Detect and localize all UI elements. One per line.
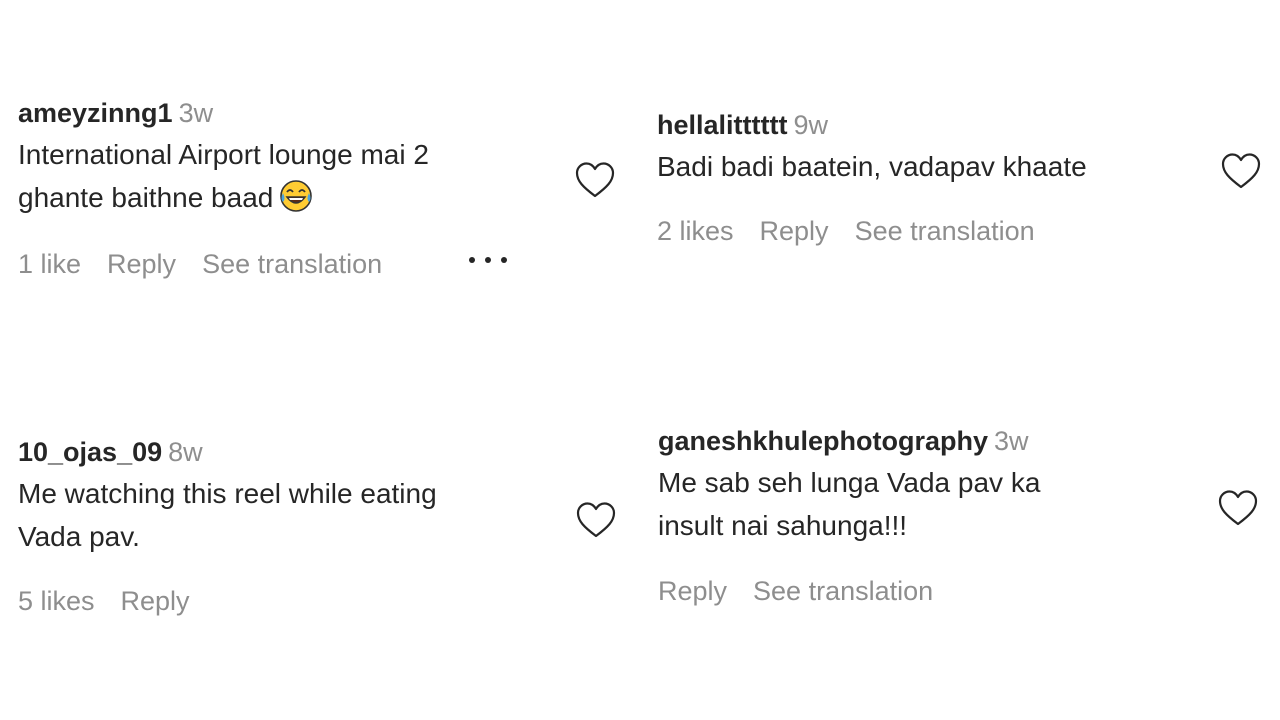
reply-button[interactable]: Reply	[658, 576, 727, 606]
heart-icon[interactable]	[1221, 152, 1261, 190]
like-count[interactable]: 5 likes	[18, 586, 95, 616]
tears-of-joy-emoji	[279, 179, 313, 213]
comment-ameyzinng1: ameyzinng1 3w International Airport loung…	[18, 96, 429, 219]
comment-actions: Reply See translation	[658, 576, 959, 607]
more-options-icon[interactable]	[468, 256, 508, 264]
comment-actions: 5 likes Reply	[18, 586, 216, 617]
timestamp[interactable]: 8w	[168, 437, 203, 467]
comment-text-line: Vada pav.	[18, 521, 140, 552]
timestamp[interactable]: 3w	[179, 98, 214, 128]
comment-header: 10_ojas_09 8w	[18, 435, 437, 469]
comment-text: International Airport lounge mai 2 ghant…	[18, 133, 429, 219]
comment-text-line: insult nai sahunga!!!	[658, 510, 908, 541]
reply-button[interactable]: Reply	[760, 216, 829, 246]
see-translation-button[interactable]: See translation	[202, 249, 382, 279]
comment-text-line: Me watching this reel while eating	[18, 478, 437, 509]
comment-text-line-2: ghante baithne baad	[18, 176, 429, 219]
like-count[interactable]: 1 like	[18, 249, 81, 279]
comment-actions: 1 like Reply See translation	[18, 249, 408, 280]
comment-text: Me sab seh lunga Vada pav ka insult nai …	[658, 461, 1040, 547]
comment-text-line: Me sab seh lunga Vada pav ka	[658, 467, 1041, 498]
reply-button[interactable]: Reply	[121, 586, 190, 616]
heart-icon[interactable]	[576, 501, 616, 539]
username[interactable]: ameyzinng1	[18, 98, 173, 128]
username[interactable]: ganeshkhulephotography	[658, 426, 988, 456]
heart-icon[interactable]	[575, 161, 615, 199]
timestamp[interactable]: 9w	[793, 110, 828, 140]
reply-button[interactable]: Reply	[107, 249, 176, 279]
comment-text-line: International Airport lounge mai 2	[18, 139, 429, 170]
comment-text-line: Badi badi baatein, vadapav khaate	[657, 151, 1087, 182]
comment-ganeshkhulephotography: ganeshkhulephotography 3w Me sab seh lung…	[658, 424, 1040, 547]
comment-actions: 2 likes Reply See translation	[657, 216, 1061, 247]
comment-hellalitttttt: hellalitttttt 9w Badi badi baatein, vadap…	[657, 108, 1087, 188]
comment-header: hellalitttttt 9w	[657, 108, 1087, 142]
comment-text: Badi badi baatein, vadapav khaate	[657, 145, 1087, 188]
see-translation-button[interactable]: See translation	[855, 216, 1035, 246]
like-count[interactable]: 2 likes	[657, 216, 734, 246]
see-translation-button[interactable]: See translation	[753, 576, 933, 606]
comment-text-line: ghante baithne baad	[18, 182, 274, 213]
username[interactable]: hellalitttttt	[657, 110, 787, 140]
comment-header: ganeshkhulephotography 3w	[658, 424, 1040, 458]
timestamp[interactable]: 3w	[994, 426, 1029, 456]
comment-header: ameyzinng1 3w	[18, 96, 429, 130]
heart-icon[interactable]	[1218, 489, 1258, 527]
comment-text: Me watching this reel while eating Vada …	[18, 472, 437, 558]
username[interactable]: 10_ojas_09	[18, 437, 162, 467]
comment-10_ojas_09: 10_ojas_09 8w Me watching this reel while…	[18, 435, 437, 558]
